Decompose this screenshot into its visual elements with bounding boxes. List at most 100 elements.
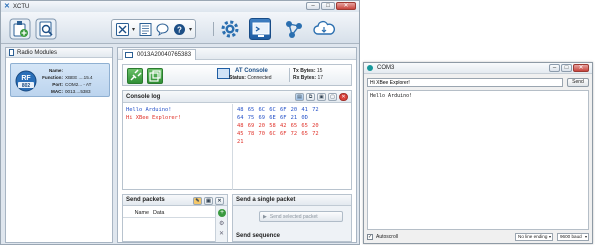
status-value: Connected bbox=[247, 75, 272, 81]
radio-modules-header: Radio Modules bbox=[6, 48, 112, 58]
add-packet-button[interactable]: + bbox=[218, 209, 226, 217]
configuration-mode-button[interactable] bbox=[219, 18, 241, 40]
consoles-mode-button[interactable] bbox=[249, 18, 271, 40]
serial-footer: ✓ Autoscroll No line ending ▾ 9600 baud ▾ bbox=[367, 233, 589, 242]
device-tab-label: 0013A20040765383 bbox=[137, 52, 192, 58]
tx-bytes-label: Tx Bytes: bbox=[293, 68, 316, 74]
function-label: Function: bbox=[42, 75, 63, 80]
console-hex-area[interactable]: 48 65 6C 6C 6F 20 41 72 64 75 69 6E 6F 2… bbox=[235, 104, 351, 190]
discover-icon bbox=[35, 18, 57, 40]
log-lock-button[interactable]: ▢ bbox=[328, 93, 337, 101]
console-log-title: Console log bbox=[126, 93, 161, 100]
serial-input-row: Send bbox=[367, 78, 589, 88]
packet-clear-icon[interactable]: ✕ bbox=[219, 230, 224, 237]
console-log-panel: Console log ▤ ⧉ ▣ ▢ ✕ Hello Arduino! Hi … bbox=[122, 90, 352, 190]
console-monitor-icon bbox=[252, 22, 270, 37]
console-toolbar: AT Console Status: Connected Tx Bytes: 1… bbox=[122, 64, 352, 86]
log-copy-button[interactable]: ⧉ bbox=[306, 93, 315, 101]
log-clear-button[interactable]: ✕ bbox=[339, 93, 348, 101]
at-console-status: AT Console Status: Connected Tx Bytes: 1… bbox=[217, 67, 351, 84]
autoscroll-checkbox[interactable]: ✓ bbox=[367, 234, 373, 240]
log-line-sent: Hello Arduino! bbox=[126, 107, 172, 113]
minimize-button[interactable]: – bbox=[306, 2, 320, 10]
toolbar-divider bbox=[213, 22, 214, 36]
radio-module-card[interactable]: RF 802 Name: Function: XBEE ....15.4 Port… bbox=[10, 63, 110, 97]
tools-dropdown-icon[interactable]: ▾ bbox=[132, 26, 135, 33]
detach-window-icon bbox=[149, 70, 161, 82]
cloud-update-button[interactable] bbox=[313, 18, 335, 40]
serial-maximize-button[interactable]: □ bbox=[561, 64, 572, 72]
send-packets-side-controls: + ⚙ ✕ bbox=[215, 206, 227, 242]
chevron-down-icon: ▾ bbox=[584, 234, 587, 239]
detach-console-button[interactable] bbox=[147, 68, 163, 84]
port-value: COM2... - AT bbox=[65, 82, 92, 87]
baud-rate-select[interactable]: 9600 baud ▾ bbox=[557, 233, 589, 241]
serial-window-controls: – □ ✕ bbox=[549, 64, 589, 72]
hex-line: 64 75 69 6E 6F 21 0D bbox=[237, 115, 308, 121]
serial-monitor-titlebar: COM3 – □ ✕ bbox=[364, 63, 592, 74]
packet-edit-icon[interactable]: ✎ bbox=[193, 197, 202, 205]
packet-settings-icon[interactable]: ⚙ bbox=[219, 220, 224, 227]
feedback-icon[interactable] bbox=[155, 22, 169, 36]
log-view-button[interactable]: ▤ bbox=[295, 93, 304, 101]
tools-toolbar-group: ▾ ? ▾ bbox=[111, 19, 197, 39]
serial-input-field[interactable] bbox=[367, 78, 563, 87]
serial-close-button[interactable]: ✕ bbox=[573, 64, 589, 72]
hex-line: 21 bbox=[237, 139, 244, 145]
hex-line: 48 69 20 58 42 65 65 20 bbox=[237, 123, 319, 129]
radio-modules-panel: Radio Modules RF 802 Name: Function: XBEE… bbox=[5, 47, 113, 243]
xctu-window-controls: – □ ✕ bbox=[306, 2, 356, 10]
serial-monitor-title: COM3 bbox=[377, 65, 395, 71]
radio-modules-title: Radio Modules bbox=[17, 49, 58, 56]
network-mode-button[interactable] bbox=[283, 18, 305, 40]
module-fields: Name: Function: XBEE ....15.4 Port: COM2..… bbox=[39, 67, 109, 95]
function-value: XBEE ....15.4 bbox=[65, 75, 93, 80]
send-selected-label: Send selected packet bbox=[269, 213, 318, 220]
name-value bbox=[65, 67, 109, 74]
serial-minimize-button[interactable]: – bbox=[549, 64, 560, 72]
rf-badge-subtext: 802 bbox=[22, 83, 31, 89]
gear-icon bbox=[221, 20, 239, 38]
serial-output-line: Hello Arduino! bbox=[370, 93, 413, 99]
console-text-area[interactable]: Hello Arduino! Hi XBee Explorer! bbox=[123, 104, 233, 190]
frames-icon[interactable] bbox=[138, 22, 152, 36]
plug-icon bbox=[130, 69, 142, 81]
packet-remove-icon[interactable]: ✕ bbox=[215, 197, 224, 205]
xctu-window-title: XCTU bbox=[13, 3, 30, 10]
help-icon[interactable]: ? bbox=[172, 22, 186, 36]
help-dropdown-icon[interactable]: ▾ bbox=[189, 26, 192, 33]
console-log-buttons: ▤ ⧉ ▣ ▢ ✕ bbox=[295, 93, 348, 101]
name-label: Name: bbox=[48, 68, 63, 73]
log-line-received: Hi XBee Explorer! bbox=[126, 115, 182, 121]
xctu-logo-icon: ✕ bbox=[4, 3, 10, 10]
packet-save-icon[interactable]: ▣ bbox=[204, 197, 213, 205]
send-arrow-icon: ▶ bbox=[263, 213, 267, 220]
line-ending-value: No line ending bbox=[518, 234, 548, 239]
send-selected-packet-button[interactable]: ▶ Send selected packet bbox=[259, 211, 343, 222]
add-radio-module-button[interactable] bbox=[9, 18, 31, 40]
serial-send-button[interactable]: Send bbox=[567, 78, 589, 87]
maximize-button[interactable]: □ bbox=[321, 2, 335, 10]
rx-bytes-value: 17 bbox=[317, 75, 324, 81]
rx-bytes-label: Rx Bytes: bbox=[293, 75, 317, 81]
svg-text:?: ? bbox=[177, 25, 182, 34]
send-single-header: Send a single packet bbox=[233, 195, 351, 206]
log-save-button[interactable]: ▣ bbox=[317, 93, 326, 101]
serial-output-area[interactable]: Hello Arduino! bbox=[367, 90, 589, 230]
close-button[interactable]: ✕ bbox=[336, 2, 356, 10]
discover-devices-button[interactable] bbox=[35, 18, 57, 40]
autoscroll-label: Autoscroll bbox=[376, 234, 398, 240]
open-connection-button[interactable] bbox=[127, 68, 143, 84]
status-label: Status: bbox=[229, 75, 246, 81]
line-ending-select[interactable]: No line ending ▾ bbox=[515, 233, 553, 241]
tools-icon[interactable] bbox=[115, 22, 129, 36]
send-packets-columns: Name Data bbox=[123, 209, 219, 218]
tab-device[interactable]: 0013A20040765383 bbox=[122, 49, 197, 60]
send-packets-tools: ✎ ▣ ✕ bbox=[193, 197, 224, 205]
xctu-titlebar: ✕ XCTU – □ ✕ bbox=[1, 1, 359, 12]
hex-line: 48 65 6C 6C 6F 20 41 72 bbox=[237, 107, 319, 113]
cloud-icon bbox=[313, 20, 335, 35]
send-packets-header: Send packets ✎ ▣ ✕ bbox=[123, 195, 227, 206]
serial-monitor-window: COM3 – □ ✕ Send Hello Arduino! ✓ Autoscr… bbox=[363, 62, 593, 244]
tx-bytes-value: 15 bbox=[316, 68, 323, 74]
